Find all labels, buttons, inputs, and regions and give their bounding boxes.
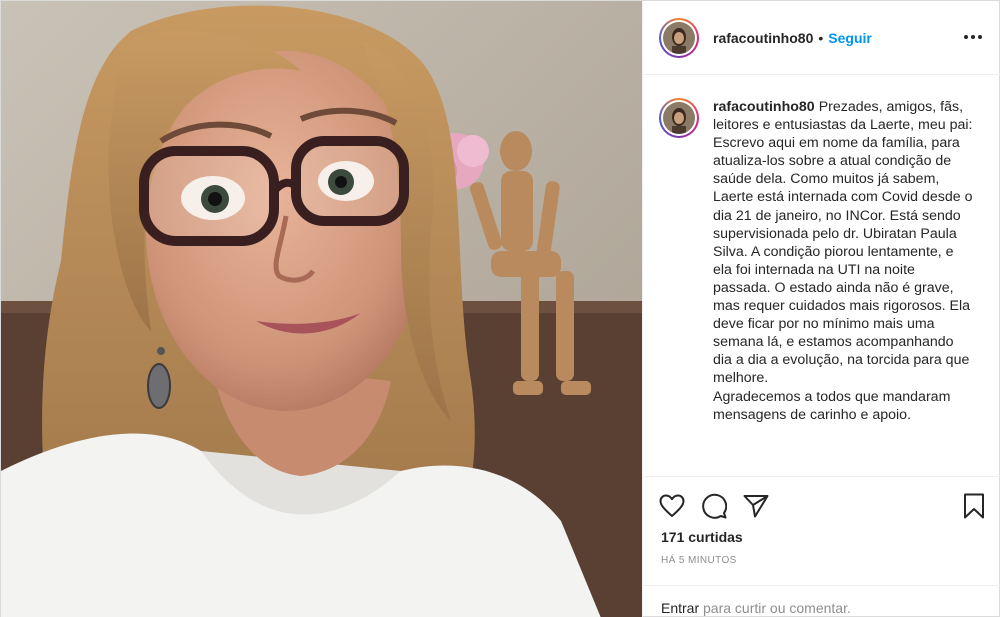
paper-plane-icon[interactable] xyxy=(741,491,771,521)
avatar[interactable] xyxy=(659,17,699,58)
separator-dot: • xyxy=(818,29,824,46)
action-bar xyxy=(659,491,985,521)
caption-paragraph-2: Escrevo aqui em nome da família, para at… xyxy=(713,135,973,387)
heart-icon[interactable] xyxy=(657,491,687,521)
post-side-panel: rafacoutinho80 • Seguir rafacoutinho80 P… xyxy=(642,1,1000,617)
avatar-image xyxy=(663,102,695,134)
instagram-post: rafacoutinho80 • Seguir rafacoutinho80 P… xyxy=(0,0,1000,617)
portrait-image xyxy=(1,1,642,617)
comment-bar: Entrar para curtir ou comentar. xyxy=(643,585,1000,617)
login-link[interactable]: Entrar xyxy=(661,600,699,616)
caption-paragraph-3: Agradecemos a todos que mandaram mensage… xyxy=(713,388,951,423)
actions-area: 171 curtidas HÁ 5 MINUTOS Entrar para cu… xyxy=(643,476,1000,617)
like-count[interactable]: 171 curtidas xyxy=(661,529,743,545)
follow-button[interactable]: Seguir xyxy=(828,30,872,46)
caption-avatar[interactable] xyxy=(659,98,699,138)
username-link[interactable]: rafacoutinho80 xyxy=(713,30,813,46)
caption-username-link[interactable]: rafacoutinho80 xyxy=(713,99,815,115)
caption-text: rafacoutinho80 Prezades, amigos, fãs, lei… xyxy=(713,98,975,476)
comment-icon[interactable] xyxy=(699,491,729,521)
avatar-image xyxy=(663,21,695,54)
more-horizontal-icon[interactable] xyxy=(961,27,985,47)
post-header: rafacoutinho80 • Seguir xyxy=(643,1,1000,75)
bookmark-icon[interactable] xyxy=(959,491,989,521)
post-timestamp[interactable]: HÁ 5 MINUTOS xyxy=(661,555,737,566)
post-photo[interactable] xyxy=(1,1,642,617)
caption-area: rafacoutinho80 Prezades, amigos, fãs, lei… xyxy=(643,76,1000,476)
comment-bar-text: para curtir ou comentar. xyxy=(699,600,851,616)
